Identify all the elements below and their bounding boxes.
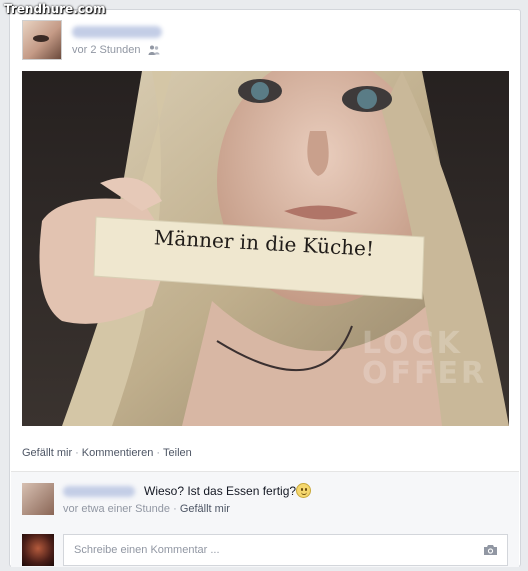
photo-watermark: LOCK OFFER xyxy=(362,326,488,391)
author-name-redacted[interactable] xyxy=(72,26,162,38)
smiley-icon xyxy=(296,483,311,498)
share-link[interactable]: Teilen xyxy=(163,447,192,459)
commenter-avatar[interactable] xyxy=(22,483,54,515)
comment-input-placeholder: Schreibe einen Kommentar ... xyxy=(74,544,220,556)
post-photo[interactable]: Männer in die Küche! LOCK OFFER xyxy=(22,71,509,426)
current-user-avatar xyxy=(22,534,54,566)
comments-section: Wieso? Ist das Essen fertig? vor etwa ei… xyxy=(11,471,519,567)
post-actions: Gefällt mir · Kommentieren · Teilen xyxy=(22,447,192,459)
comment-timestamp[interactable]: vor etwa einer Stunde xyxy=(63,503,170,515)
commenter-name-redacted[interactable] xyxy=(63,486,135,497)
like-link[interactable]: Gefällt mir xyxy=(22,447,72,459)
comment-like-link[interactable]: Gefällt mir xyxy=(180,503,230,515)
post-header: vor 2 Stunden xyxy=(22,20,502,64)
post-card: vor 2 Stunden Männer in die Küche! LOCK … xyxy=(9,9,521,567)
friends-icon[interactable] xyxy=(148,44,160,56)
comment-input[interactable]: Schreibe einen Kommentar ... xyxy=(63,534,508,566)
comment-meta: vor etwa einer Stunde · Gefällt mir xyxy=(63,503,230,515)
site-watermark: Trendhure.com xyxy=(4,2,106,16)
post-timestamp[interactable]: vor 2 Stunden xyxy=(72,44,141,56)
author-avatar[interactable] xyxy=(22,20,62,60)
comment-link[interactable]: Kommentieren xyxy=(82,447,154,459)
comment-text: Wieso? Ist das Essen fertig? xyxy=(144,484,297,498)
camera-icon[interactable] xyxy=(483,544,498,556)
